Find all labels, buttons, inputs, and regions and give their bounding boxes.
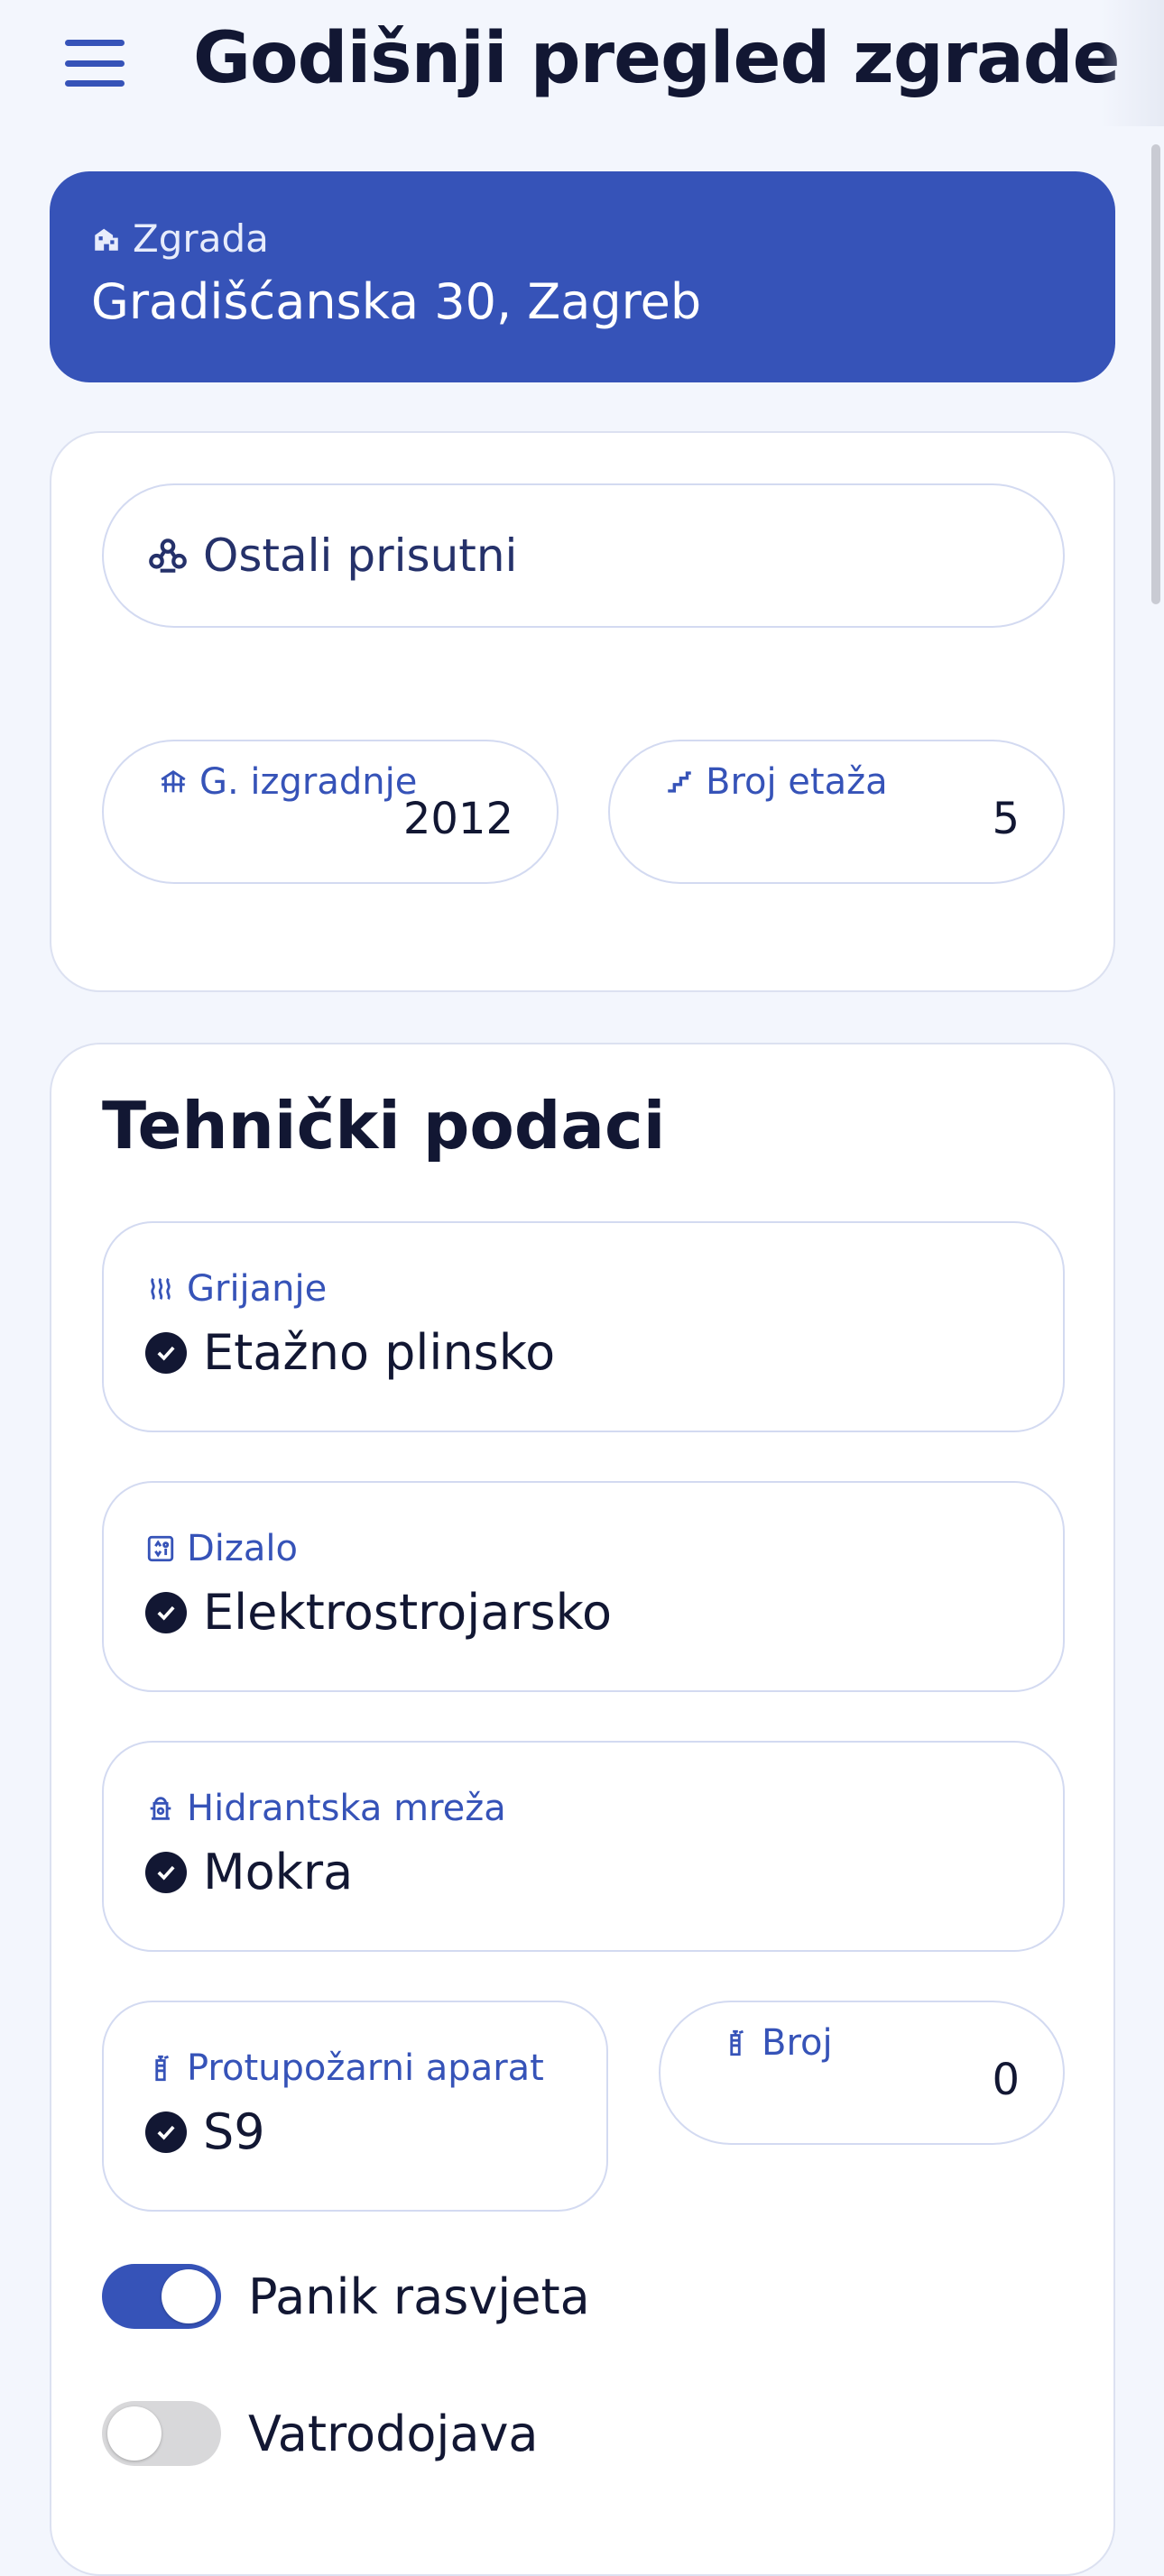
heating-label-row: Grijanje — [145, 1268, 1063, 1310]
technical-data-card: Tehnički podaci Grijanje Etažno plinsko … — [50, 1043, 1115, 2576]
building-value: Gradišćanska 30, Zagreb — [91, 273, 702, 330]
technical-section-title: Tehnički podaci — [102, 1088, 666, 1164]
fire-alarm-toggle[interactable] — [102, 2401, 221, 2466]
hydrant-value: Mokra — [203, 1844, 354, 1900]
extinguisher-value-row: S9 — [145, 2103, 606, 2160]
page-title: Godišnji pregled zgrade — [193, 18, 1120, 99]
construction-year-label-row: G. izgradnje — [158, 761, 417, 803]
fire-alarm-row: Vatrodojava — [102, 2401, 539, 2466]
elevator-select[interactable]: Dizalo Elektrostrojarsko — [102, 1481, 1065, 1692]
check-circle-icon — [145, 1851, 187, 1893]
panic-light-toggle[interactable] — [102, 2264, 221, 2329]
construction-year-label: G. izgradnje — [199, 761, 418, 803]
building-label-row: Zgrada — [91, 216, 1115, 261]
hamburger-menu-icon[interactable] — [65, 40, 128, 87]
check-circle-icon — [145, 1591, 187, 1633]
construction-year-value: 2012 — [402, 794, 513, 844]
extinguisher-count-field[interactable]: Broj 0 — [659, 2001, 1065, 2145]
heating-select[interactable]: Grijanje Etažno plinsko — [102, 1221, 1065, 1432]
extinguisher-select[interactable]: Protupožarni aparat S9 — [102, 2001, 608, 2212]
stairs-icon — [668, 771, 691, 793]
check-circle-icon — [145, 2111, 187, 2153]
scrollbar[interactable] — [1151, 144, 1160, 604]
hydrant-value-row: Mokra — [145, 1844, 1063, 1900]
hydrant-label: Hidrantska mreža — [187, 1788, 506, 1829]
hydrant-icon — [150, 1797, 171, 1820]
heating-value-row: Etažno plinsko — [145, 1324, 1063, 1381]
floor-count-field[interactable]: Broj etaža 5 — [608, 740, 1065, 884]
elevator-label-row: Dizalo — [145, 1528, 1063, 1569]
extinguisher-count-label-row: Broj — [720, 2022, 833, 2064]
construction-year-field[interactable]: G. izgradnje 2012 — [102, 740, 559, 884]
fire-extinguisher-icon — [730, 2029, 744, 2056]
others-present-label: Ostali prisutni — [203, 529, 518, 582]
panic-light-label: Panik rasvjeta — [248, 2268, 590, 2325]
app-header: Godišnji pregled zgrade — [0, 0, 1164, 126]
heating-value: Etažno plinsko — [203, 1324, 556, 1381]
extinguisher-count-label: Broj — [762, 2022, 833, 2064]
elevator-value-row: Elektrostrojarsko — [145, 1584, 1063, 1641]
fire-alarm-label: Vatrodojava — [248, 2405, 539, 2462]
elevator-label: Dizalo — [187, 1528, 299, 1569]
building-label: Zgrada — [133, 216, 269, 261]
construction-icon — [161, 769, 186, 793]
hydrant-select[interactable]: Hidrantska mreža Mokra — [102, 1741, 1065, 1952]
header-fade — [1101, 0, 1164, 126]
floor-count-label-row: Broj etaža — [664, 761, 888, 803]
panic-light-row: Panik rasvjeta — [102, 2264, 590, 2329]
check-circle-icon — [145, 1331, 187, 1374]
heat-icon — [151, 1277, 171, 1301]
hydrant-label-row: Hidrantska mreža — [145, 1788, 1063, 1829]
extinguisher-label-row: Protupožarni aparat — [145, 2047, 606, 2089]
general-info-card: Ostali prisutni G. izgradnje 2012 Broj e… — [50, 431, 1115, 992]
others-present-field[interactable]: Ostali prisutni — [102, 483, 1065, 628]
extinguisher-value: S9 — [203, 2103, 265, 2160]
floor-count-label: Broj etaža — [706, 761, 888, 803]
extinguisher-count-value: 0 — [992, 2055, 1020, 2105]
building-selector[interactable]: Zgrada Gradišćanska 30, Zagreb — [50, 171, 1115, 382]
extinguisher-label: Protupožarni aparat — [187, 2047, 544, 2089]
elevator-value: Elektrostrojarsko — [203, 1584, 613, 1641]
building-icon — [95, 228, 118, 251]
fire-extinguisher-icon — [155, 2055, 169, 2082]
group-icon — [149, 538, 187, 573]
elevator-icon — [147, 1535, 174, 1562]
heating-label: Grijanje — [187, 1268, 328, 1310]
floor-count-value: 5 — [992, 794, 1020, 844]
